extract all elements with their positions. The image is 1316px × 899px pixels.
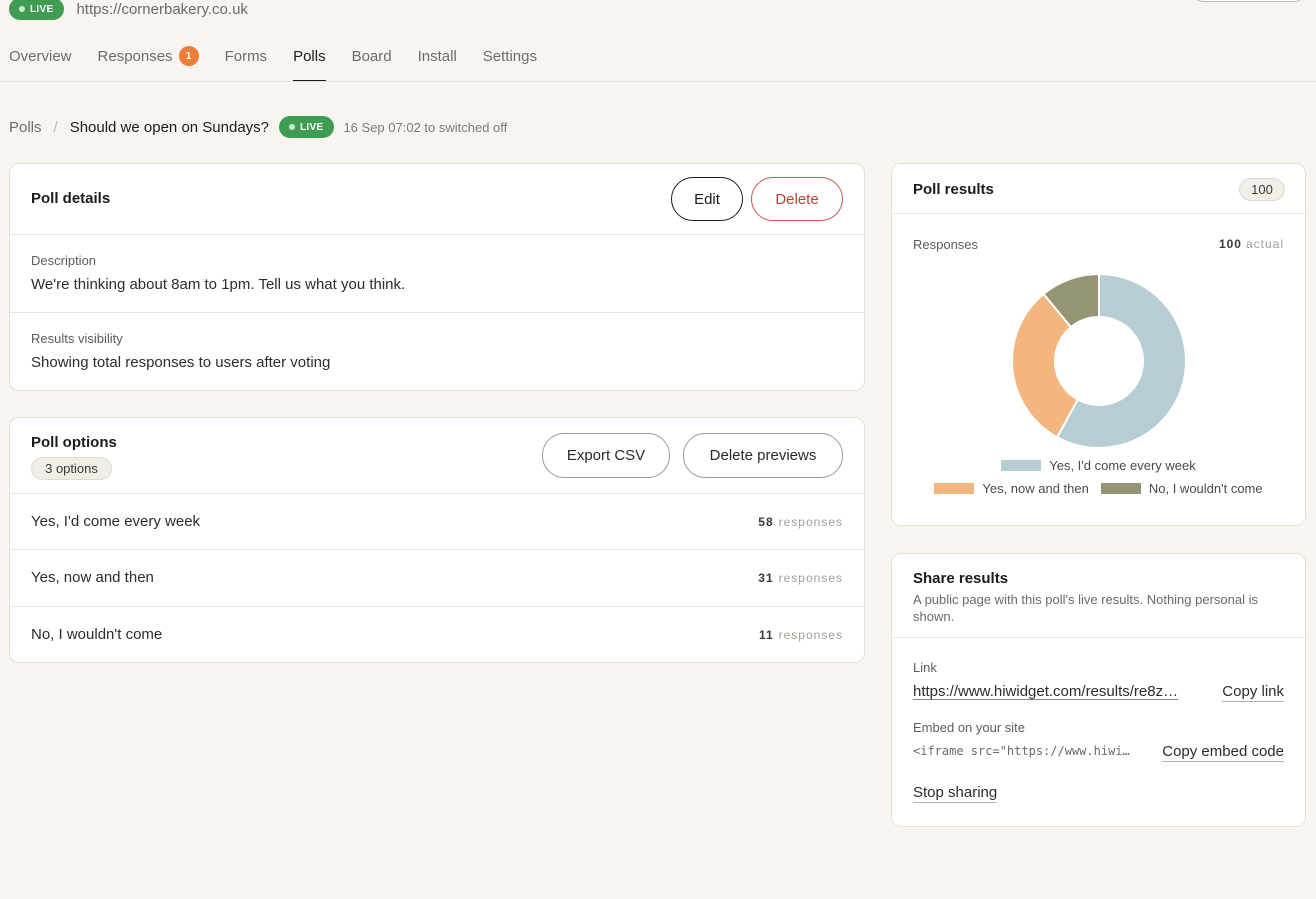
option-count-value: 58 (758, 514, 774, 529)
chart-legend-row-1: Yes, I'd come every week (892, 458, 1305, 473)
poll-details-title: Poll details (31, 190, 111, 207)
tab-label: Forms (224, 48, 268, 65)
poll-details-card: Poll details Edit Delete Description We'… (9, 163, 865, 391)
tab-forms[interactable]: Forms (225, 40, 268, 82)
live-dot-icon (289, 124, 296, 130)
poll-results-card: Poll results 100 Responses 100 actual Yes… (891, 163, 1306, 526)
tab-install[interactable]: Install (418, 40, 457, 82)
option-count: 58 responses (758, 515, 843, 529)
option-label: No, I wouldn't come (31, 626, 163, 643)
poll-options-card: Poll options 3 options Export CSV Delete… (9, 417, 865, 663)
legend-item: No, I wouldn't come (1100, 481, 1263, 496)
page-title: Should we open on Sundays? (69, 118, 270, 136)
legend-label: Yes, I'd come every week (1049, 458, 1196, 473)
main-tabs: Overview Responses 1 Forms Polls Board I… (9, 40, 537, 82)
delete-button[interactable]: Delete (751, 177, 843, 221)
option-count-unit: responses (778, 627, 843, 642)
header-action-button[interactable] (1194, 0, 1304, 2)
poll-option-row: Yes, now and then 31 responses (10, 549, 864, 605)
copy-embed-button[interactable]: Copy embed code (1162, 743, 1284, 762)
legend-label: No, I wouldn't come (1148, 481, 1263, 496)
edit-button[interactable]: Edit (671, 177, 743, 221)
legend-label: Yes, now and then (982, 481, 1089, 496)
visibility-value: Showing total responses to users after v… (31, 354, 331, 371)
legend-item: Yes, now and then (934, 481, 1089, 496)
option-label: Yes, I'd come every week (31, 513, 201, 530)
site-url: https://cornerbakery.co.uk (76, 0, 248, 18)
site-live-label: LIVE (30, 3, 54, 15)
breadcrumb: Polls / Should we open on Sundays? LIVE … (9, 116, 507, 138)
tab-label: Settings (482, 48, 537, 65)
visibility-label: Results visibility (31, 331, 123, 346)
share-results-card: Share results A public page with this po… (891, 553, 1306, 827)
legend-swatch (934, 483, 975, 494)
poll-results-title: Poll results (913, 181, 994, 198)
tab-label: Install (417, 48, 457, 65)
option-count: 11 responses (759, 628, 843, 642)
live-dot-icon (19, 6, 25, 12)
option-count-value: 31 (758, 570, 774, 585)
options-count-chip: 3 options (31, 457, 112, 480)
responses-total-value: 100 (1218, 237, 1242, 251)
share-results-title: Share results (913, 570, 1009, 587)
poll-live-label: LIVE (300, 121, 324, 133)
copy-embed-label[interactable]: Copy embed code (1162, 743, 1284, 762)
responses-label: Responses (913, 237, 979, 252)
description-label: Description (31, 253, 97, 268)
stop-sharing-label[interactable]: Stop sharing (913, 784, 998, 803)
delete-previews-button[interactable]: Delete previews (683, 433, 843, 478)
poll-live-badge: LIVE (279, 116, 335, 138)
stop-sharing-button[interactable]: Stop sharing (913, 784, 998, 803)
link-label: Link (913, 660, 937, 675)
share-link-text[interactable]: https://www.hiwidget.com/results/re8z… (913, 683, 1178, 700)
option-count-value: 11 (758, 627, 774, 642)
tab-board[interactable]: Board (352, 40, 392, 82)
share-link-url[interactable]: https://www.hiwidget.com/results/re8z… (913, 683, 1205, 701)
divider (892, 213, 1305, 214)
responses-total-suffix: actual (1245, 237, 1284, 251)
tab-overview[interactable]: Overview (9, 40, 72, 82)
poll-schedule: 16 Sep 07:02 to switched off (343, 119, 508, 135)
breadcrumb-polls-link[interactable]: Polls (9, 119, 42, 136)
results-total-badge: 100 (1239, 178, 1285, 201)
option-count: 31 responses (758, 571, 843, 585)
copy-link-button[interactable]: Copy link (1222, 683, 1284, 702)
tab-label: Polls (293, 48, 326, 65)
tab-label: Board (351, 48, 392, 65)
poll-option-row: No, I wouldn't come 11 responses (10, 606, 864, 662)
site-header: LIVE https://cornerbakery.co.uk (9, 0, 248, 20)
results-donut-chart (1011, 272, 1187, 449)
breadcrumb-separator: / (53, 118, 58, 136)
site-live-badge: LIVE (9, 0, 65, 20)
tab-settings[interactable]: Settings (483, 40, 537, 82)
option-count-unit: responses (778, 570, 843, 585)
embed-label: Embed on your site (913, 720, 1026, 735)
divider (10, 312, 864, 313)
tab-polls[interactable]: Polls (293, 40, 326, 82)
export-csv-button[interactable]: Export CSV (542, 433, 670, 478)
tab-responses[interactable]: Responses 1 (98, 40, 199, 82)
embed-code-value[interactable]: <iframe src="https://www.hiwi… (913, 744, 1149, 758)
copy-link-label[interactable]: Copy link (1222, 683, 1284, 702)
tabs-divider (0, 81, 1316, 82)
legend-swatch (1001, 460, 1042, 471)
poll-option-row: Yes, I'd come every week 58 responses (10, 493, 864, 549)
tab-label: Overview (9, 48, 72, 65)
poll-options-title: Poll options (31, 434, 117, 451)
chart-legend-row-2: Yes, now and then No, I wouldn't come (892, 481, 1305, 496)
divider (10, 234, 864, 235)
description-value: We're thinking about 8am to 1pm. Tell us… (31, 276, 406, 293)
divider (892, 637, 1305, 638)
responses-count-badge: 1 (178, 46, 199, 66)
legend-item: Yes, I'd come every week (1001, 458, 1196, 473)
responses-total: 100 actual (1219, 237, 1284, 251)
share-results-subtitle: A public page with this poll's live resu… (913, 592, 1258, 624)
legend-swatch (1100, 483, 1141, 494)
option-label: Yes, now and then (31, 569, 154, 586)
tab-label: Responses (97, 48, 173, 65)
option-count-unit: responses (778, 514, 843, 529)
